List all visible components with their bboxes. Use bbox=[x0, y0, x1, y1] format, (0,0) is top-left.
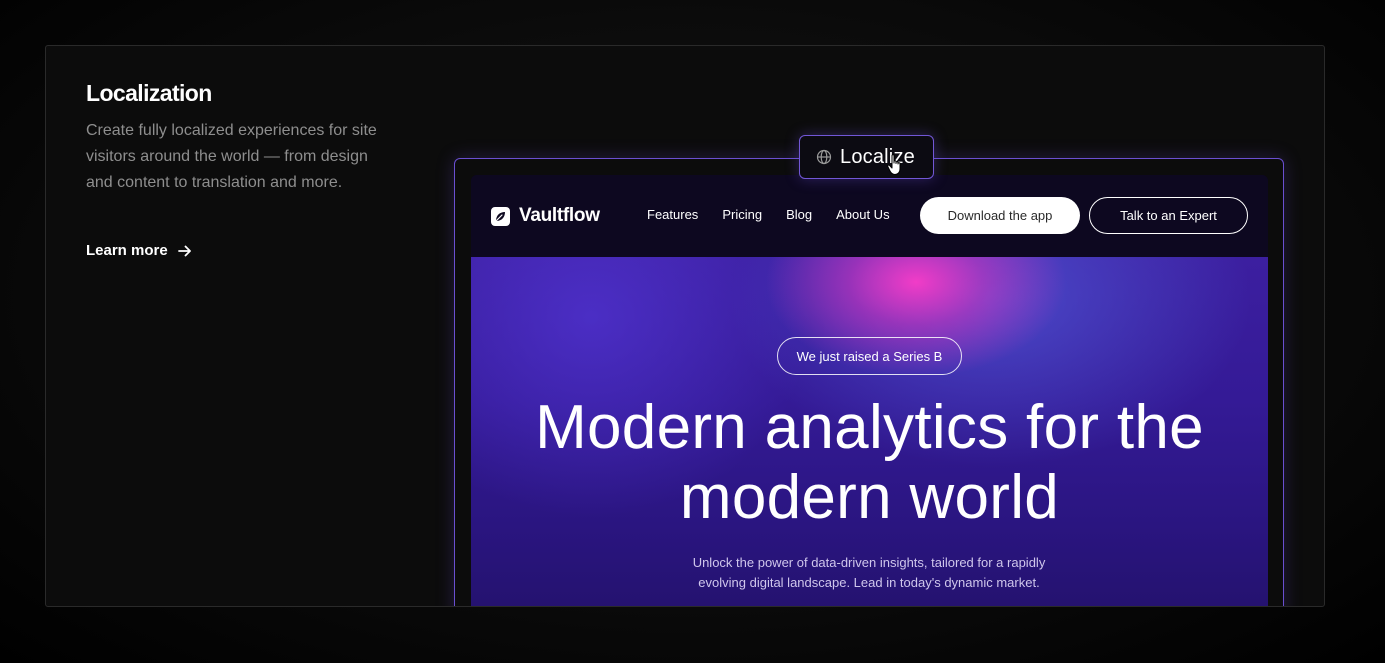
localize-button[interactable]: Localize bbox=[799, 135, 934, 179]
brand-name: Vaultflow bbox=[519, 205, 600, 226]
localize-label: Localize bbox=[840, 145, 915, 168]
site-hero: We just raised a Series B Modern analyti… bbox=[471, 257, 1268, 606]
brand[interactable]: Vaultflow bbox=[491, 205, 600, 227]
nav-link-blog[interactable]: Blog bbox=[786, 207, 812, 222]
series-b-badge[interactable]: We just raised a Series B bbox=[777, 337, 962, 375]
talk-to-expert-button[interactable]: Talk to an Expert bbox=[1089, 197, 1248, 234]
feature-description: Create fully localized experiences for s… bbox=[86, 122, 377, 191]
vaultflow-logo-icon bbox=[491, 206, 510, 226]
arrow-right-icon bbox=[177, 245, 191, 256]
site-preview: Vaultflow Features Pricing Blog About Us… bbox=[471, 175, 1268, 606]
hero-title-line-2: modern world bbox=[679, 463, 1060, 532]
page: Localization Create fully localized expe… bbox=[0, 0, 1385, 663]
download-app-button[interactable]: Download the app bbox=[920, 197, 1080, 234]
site-navbar: Vaultflow Features Pricing Blog About Us… bbox=[471, 175, 1268, 257]
nav-link-pricing[interactable]: Pricing bbox=[722, 207, 762, 222]
nav-link-about-us[interactable]: About Us bbox=[836, 207, 889, 222]
learn-more-link[interactable]: Learn more bbox=[86, 242, 192, 259]
hero-subtitle-line-1: Unlock the power of data-driven insights… bbox=[692, 555, 1046, 570]
hero-title: Modern analytics for the modern world bbox=[471, 393, 1268, 533]
hero-subtitle: Unlock the power of data-driven insights… bbox=[669, 553, 1069, 593]
hero-title-line-1: Modern analytics for the bbox=[535, 393, 1204, 462]
hero-subtitle-line-2: evolving digital landscape. Lead in toda… bbox=[698, 575, 1040, 590]
site-nav-links: Features Pricing Blog About Us bbox=[647, 207, 890, 222]
nav-link-features[interactable]: Features bbox=[647, 207, 698, 222]
globe-icon bbox=[816, 149, 832, 165]
feature-title: Localization bbox=[86, 80, 212, 106]
site-preview-frame[interactable]: Vaultflow Features Pricing Blog About Us… bbox=[454, 158, 1284, 606]
learn-more-label: Learn more bbox=[86, 242, 168, 259]
feature-card: Localization Create fully localized expe… bbox=[45, 45, 1325, 607]
